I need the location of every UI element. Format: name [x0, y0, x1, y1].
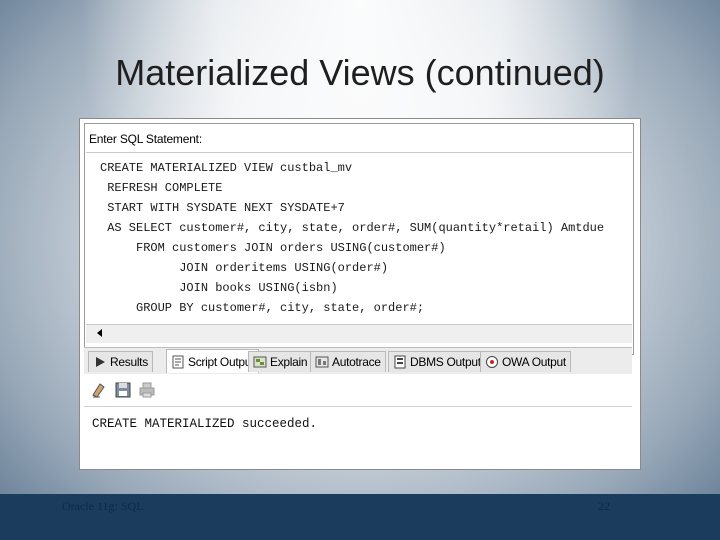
- code-line: REFRESH COMPLETE: [100, 181, 223, 195]
- scroll-left-icon[interactable]: [92, 328, 108, 340]
- autotrace-icon: [315, 355, 329, 369]
- code-line: JOIN orderitems USING(order#): [100, 261, 389, 275]
- script-icon: [171, 355, 185, 369]
- tab-dbms-output[interactable]: DBMS Output: [388, 351, 486, 372]
- sql-pane-label: Enter SQL Statement:: [89, 132, 202, 146]
- tab-label: DBMS Output: [410, 355, 481, 369]
- footer-course-title: Oracle 11g: SQL: [62, 499, 144, 513]
- output-text: CREATE MATERIALIZED succeeded.: [92, 417, 318, 431]
- code-line: GROUP BY customer#, city, state, order#;: [100, 301, 425, 315]
- tab-owa-output[interactable]: OWA Output: [480, 351, 571, 372]
- sql-worksheet-pane: Enter SQL Statement: CREATE MATERIALIZED…: [84, 123, 634, 355]
- sql-editor[interactable]: CREATE MATERIALIZED VIEW custbal_mv REFR…: [86, 152, 632, 325]
- code-line: FROM customers JOIN orders USING(custome…: [100, 241, 446, 255]
- output-toolbar: [84, 374, 632, 404]
- dbms-icon: [393, 355, 407, 369]
- tab-label: Results: [110, 355, 148, 369]
- print-icon[interactable]: [138, 381, 156, 399]
- tab-script-output[interactable]: Script Output: [166, 349, 260, 373]
- eraser-icon[interactable]: [90, 381, 108, 399]
- play-icon: [93, 355, 107, 369]
- code-line: AS SELECT customer#, city, state, order#…: [100, 221, 605, 235]
- tab-explain[interactable]: Explain: [248, 351, 313, 372]
- save-icon[interactable]: [114, 381, 132, 399]
- owa-icon: [485, 355, 499, 369]
- sql-developer-window: Enter SQL Statement: CREATE MATERIALIZED…: [79, 118, 641, 470]
- tab-results[interactable]: Results: [88, 351, 153, 372]
- page-number: 22: [598, 499, 610, 513]
- script-output-pane: CREATE MATERIALIZED succeeded.: [84, 406, 632, 463]
- code-line: JOIN books USING(isbn): [100, 281, 338, 295]
- tab-label: OWA Output: [502, 355, 566, 369]
- code-line: START WITH SYSDATE NEXT SYSDATE+7: [100, 201, 345, 215]
- slide-title: Materialized Views (continued): [115, 52, 605, 93]
- explain-icon: [253, 355, 267, 369]
- tab-label: Autotrace: [332, 355, 381, 369]
- tab-autotrace[interactable]: Autotrace: [310, 351, 386, 372]
- tab-label: Script Output: [188, 354, 255, 369]
- tab-label: Explain: [270, 355, 308, 369]
- output-tab-strip: Results Script Output Explain Autotrace …: [84, 347, 632, 375]
- horizontal-scrollbar[interactable]: [86, 324, 632, 343]
- code-line: CREATE MATERIALIZED VIEW custbal_mv: [100, 161, 353, 175]
